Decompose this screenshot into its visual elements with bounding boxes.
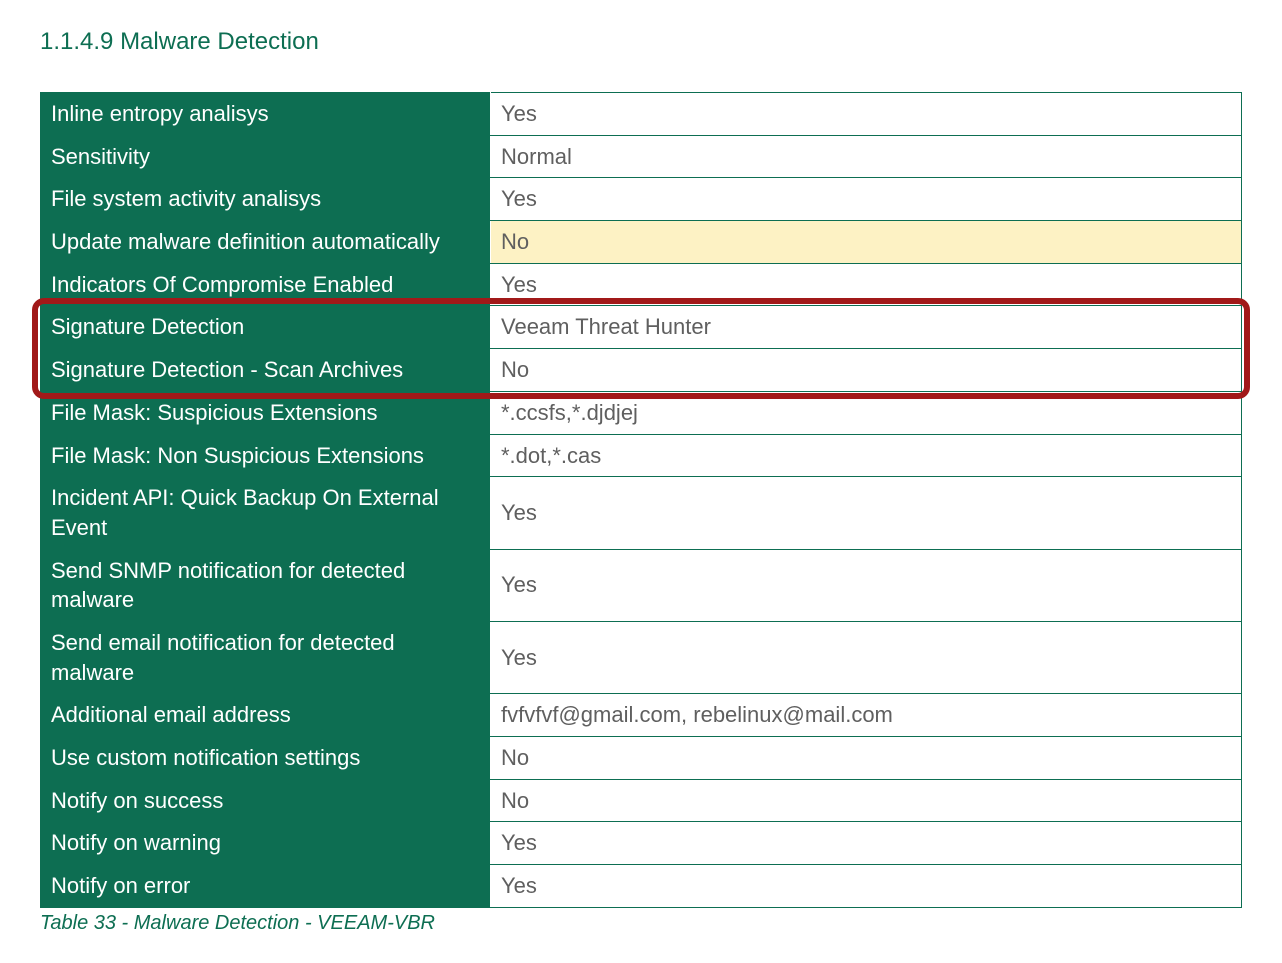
setting-key: File Mask: Non Suspicious Extensions [41, 434, 491, 477]
table-row: Signature DetectionVeeam Threat Hunter [41, 306, 1242, 349]
setting-value: Yes [491, 263, 1242, 306]
setting-key: Additional email address [41, 694, 491, 737]
table-row: Use custom notification settingsNo [41, 737, 1242, 780]
setting-value: *.ccsfs,*.djdjej [491, 391, 1242, 434]
setting-key: Notify on error [41, 865, 491, 908]
setting-value: No [491, 779, 1242, 822]
setting-key: Update malware definition automatically [41, 221, 491, 264]
table-row: Notify on errorYes [41, 865, 1242, 908]
setting-key: Signature Detection [41, 306, 491, 349]
setting-value: fvfvfvf@gmail.com, rebelinux@mail.com [491, 694, 1242, 737]
table-row: Inline entropy analisysYes [41, 93, 1242, 136]
table-row: File system activity analisysYes [41, 178, 1242, 221]
table-row: Incident API: Quick Backup On External E… [41, 477, 1242, 549]
setting-value: No [491, 349, 1242, 392]
setting-value: Veeam Threat Hunter [491, 306, 1242, 349]
setting-value: Normal [491, 135, 1242, 178]
setting-value: Yes [491, 178, 1242, 221]
setting-value: No [491, 737, 1242, 780]
table-caption: Table 33 - Malware Detection - VEEAM-VBR [40, 912, 1242, 935]
setting-key: Send email notification for detected mal… [41, 621, 491, 693]
table-row: Indicators Of Compromise EnabledYes [41, 263, 1242, 306]
table-row: Additional email addressfvfvfvf@gmail.co… [41, 694, 1242, 737]
setting-key: Use custom notification settings [41, 737, 491, 780]
section-heading: 1.1.4.9 Malware Detection [40, 28, 1242, 56]
setting-value: Yes [491, 621, 1242, 693]
table-row: File Mask: Non Suspicious Extensions*.do… [41, 434, 1242, 477]
setting-key: Notify on success [41, 779, 491, 822]
setting-key: Indicators Of Compromise Enabled [41, 263, 491, 306]
setting-key: Inline entropy analisys [41, 93, 491, 136]
table-row: Send email notification for detected mal… [41, 621, 1242, 693]
table-row: Notify on warningYes [41, 822, 1242, 865]
setting-key: Signature Detection - Scan Archives [41, 349, 491, 392]
table-row: File Mask: Suspicious Extensions*.ccsfs,… [41, 391, 1242, 434]
setting-value: Yes [491, 549, 1242, 621]
setting-key: Notify on warning [41, 822, 491, 865]
setting-value: No [491, 221, 1242, 264]
setting-value: Yes [491, 93, 1242, 136]
settings-table: Inline entropy analisysYesSensitivityNor… [40, 92, 1242, 908]
setting-key: File system activity analisys [41, 178, 491, 221]
table-row: Notify on successNo [41, 779, 1242, 822]
table-row: Signature Detection - Scan ArchivesNo [41, 349, 1242, 392]
table-row: SensitivityNormal [41, 135, 1242, 178]
table-row: Send SNMP notification for detected malw… [41, 549, 1242, 621]
table-row: Update malware definition automaticallyN… [41, 221, 1242, 264]
setting-key: Send SNMP notification for detected malw… [41, 549, 491, 621]
settings-table-wrap: Inline entropy analisysYesSensitivityNor… [40, 92, 1242, 908]
setting-key: Incident API: Quick Backup On External E… [41, 477, 491, 549]
setting-value: Yes [491, 822, 1242, 865]
setting-value: *.dot,*.cas [491, 434, 1242, 477]
setting-value: Yes [491, 865, 1242, 908]
setting-key: Sensitivity [41, 135, 491, 178]
setting-value: Yes [491, 477, 1242, 549]
setting-key: File Mask: Suspicious Extensions [41, 391, 491, 434]
